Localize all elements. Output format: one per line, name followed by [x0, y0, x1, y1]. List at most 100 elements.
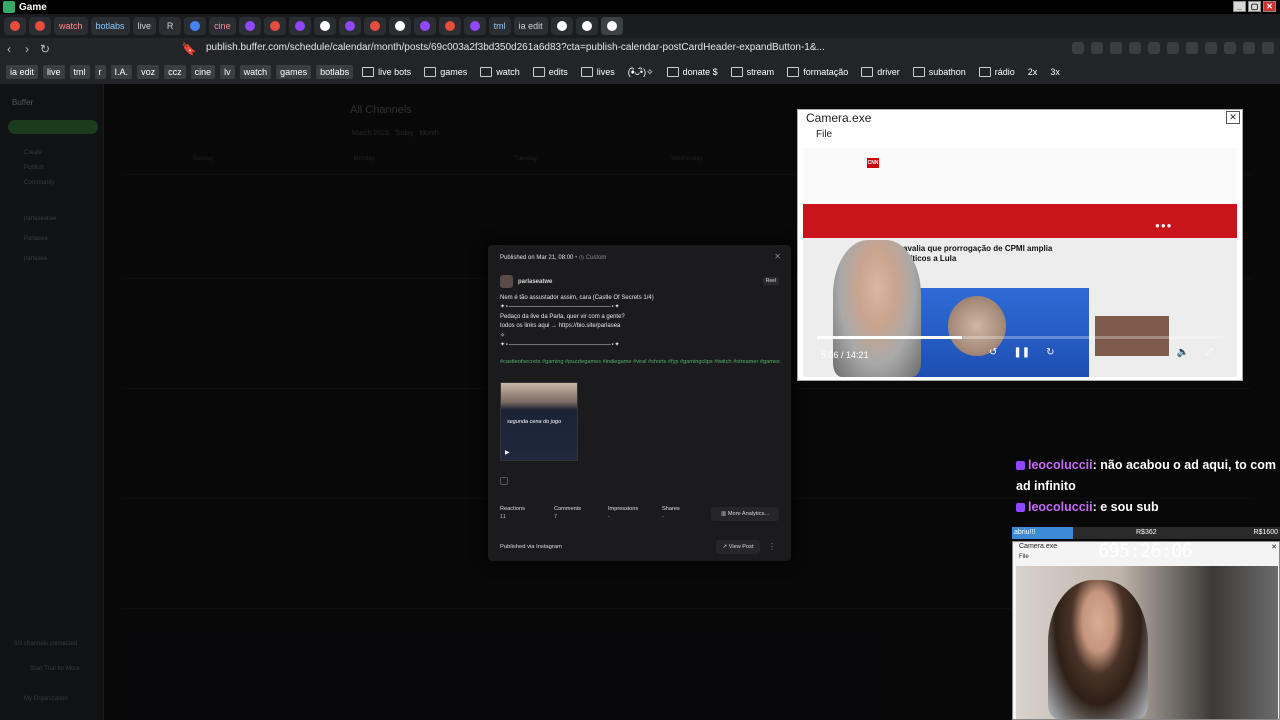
browser-tab[interactable]	[363, 17, 386, 35]
goal-current: R$362	[1136, 529, 1157, 536]
browser-tab[interactable]: ia edit	[513, 17, 548, 35]
share-icon[interactable]	[1091, 42, 1103, 54]
url-input[interactable]: publish.buffer.com/schedule/calendar/mon…	[206, 42, 825, 53]
more-options-icon[interactable]: ⋮	[768, 542, 776, 551]
post-media-thumbnail[interactable]: segunda cena do jogo ▶	[500, 382, 578, 461]
browser-tab[interactable]: watch	[54, 17, 88, 35]
bookmark-item[interactable]: r	[94, 65, 106, 79]
close-button[interactable]: ✕	[1263, 1, 1276, 12]
browser-tab[interactable]	[550, 17, 573, 35]
bookmark-icon[interactable]: 🔖	[180, 42, 198, 56]
bookmark-item[interactable]: watch	[239, 65, 272, 79]
bookmark-folder[interactable]: lives	[577, 65, 619, 79]
minimize-button[interactable]: _	[1233, 1, 1246, 12]
sidebar-item-community[interactable]: Community	[24, 180, 54, 186]
sidebar-item-publish[interactable]: Publish	[24, 165, 44, 171]
org-name[interactable]: My Organization	[24, 696, 68, 702]
browser-tab[interactable]	[463, 17, 486, 35]
more-analytics-button[interactable]: ▥ More Analytics...	[711, 507, 779, 521]
bookmark-folder[interactable]: live bots	[358, 65, 415, 79]
bookmark-item[interactable]: cine	[190, 65, 216, 79]
zoom-icon[interactable]	[1072, 42, 1084, 54]
extension-icon[interactable]	[1148, 42, 1160, 54]
start-trial-link[interactable]: Start Trial for More	[30, 666, 80, 672]
extension-icon[interactable]	[1205, 42, 1217, 54]
restore-button[interactable]: ▢	[1248, 1, 1261, 12]
extension-icon[interactable]	[1167, 42, 1179, 54]
view-post-button[interactable]: ↗ View Post	[716, 540, 760, 554]
browser-tab[interactable]	[288, 17, 311, 35]
browser-tab[interactable]: botlabs	[90, 17, 130, 35]
bookmark-item[interactable]: botlabs	[316, 65, 354, 79]
video-progress-bar[interactable]	[817, 336, 1223, 339]
bookmark-folder[interactable]: stream	[727, 65, 779, 79]
extension-icon[interactable]	[1129, 42, 1141, 54]
browser-tab[interactable]: R	[159, 17, 182, 35]
sidebar-channel[interactable]: parlasea	[24, 256, 47, 262]
browser-tab[interactable]	[413, 17, 436, 35]
browser-tab[interactable]	[438, 17, 461, 35]
sidebar-icon[interactable]	[1224, 42, 1236, 54]
bookmark-folder[interactable]: rádio	[975, 65, 1019, 79]
browser-tab[interactable]	[29, 17, 51, 35]
extension-icon[interactable]	[1110, 42, 1122, 54]
bookmark-folder[interactable]: formatação	[783, 65, 852, 79]
new-post-button[interactable]	[8, 120, 98, 134]
browser-tab[interactable]	[575, 17, 598, 35]
bookmark-folder[interactable]: donate $	[663, 65, 722, 79]
browser-tab[interactable]: cine	[209, 17, 236, 35]
tag-icon[interactable]	[500, 477, 508, 485]
tab-label: cine	[214, 21, 231, 31]
browser-tab[interactable]	[388, 17, 411, 35]
extension-icon[interactable]	[1186, 42, 1198, 54]
pause-icon[interactable]: ❚❚	[1013, 347, 1030, 358]
bookmark-item[interactable]: I.A.	[110, 65, 133, 79]
bookmark-folder[interactable]: games	[420, 65, 471, 79]
video-time: 5:06 / 14:21	[821, 350, 869, 360]
fullscreen-icon[interactable]: ⤢	[1205, 347, 1213, 358]
tab-favicon-icon	[10, 21, 20, 31]
bookmark-folder[interactable]: watch	[476, 65, 524, 79]
sidebar-channel[interactable]: Parlasea	[24, 236, 48, 242]
profile-icon[interactable]	[1243, 42, 1255, 54]
sidebar-item-create[interactable]: Create	[24, 150, 42, 156]
browser-tab[interactable]	[338, 17, 361, 35]
back-icon[interactable]: ‹	[0, 42, 18, 56]
duration: 14:21	[846, 350, 869, 360]
tab-favicon-icon	[469, 21, 480, 31]
menu-icon[interactable]	[1262, 42, 1274, 54]
browser-tab[interactable]	[313, 17, 336, 35]
post-account: parlaseatwe	[500, 275, 552, 288]
bookmark-item[interactable]: (•ิᴗ•ิ)✧	[624, 65, 658, 79]
bookmark-item[interactable]: tml	[69, 65, 90, 79]
bookmark-folder[interactable]: edits	[529, 65, 572, 79]
bookmark-item[interactable]: 2x	[1024, 65, 1042, 79]
sidebar-channel[interactable]: parlaseatwe	[24, 216, 56, 222]
bookmark-item[interactable]: ccz	[164, 65, 186, 79]
bookmark-item[interactable]: games	[276, 65, 312, 79]
close-icon[interactable]: ✕	[1226, 111, 1240, 124]
reload-icon[interactable]: ↻	[36, 42, 54, 56]
volume-icon[interactable]: 🔈	[1177, 347, 1189, 358]
browser-tab[interactable]	[184, 17, 207, 35]
forward-icon[interactable]: ›	[18, 42, 36, 56]
bookmark-folder[interactable]: driver	[857, 65, 904, 79]
browser-tab[interactable]: live	[132, 17, 157, 35]
bookmark-item[interactable]: lv	[220, 65, 235, 79]
bookmark-item[interactable]: 3x	[1046, 65, 1064, 79]
file-menu[interactable]: File	[1019, 554, 1029, 560]
browser-tab[interactable]	[263, 17, 286, 35]
browser-tab[interactable]: tml	[488, 17, 511, 35]
bookmark-item[interactable]: ia edit	[6, 65, 39, 79]
browser-tab[interactable]	[238, 17, 261, 35]
close-icon[interactable]: ✕	[774, 252, 781, 261]
bookmark-item[interactable]: voz	[137, 65, 160, 79]
bookmark-folder[interactable]: subathon	[909, 65, 970, 79]
close-icon[interactable]: ✕	[1271, 543, 1277, 551]
bookmark-item[interactable]: live	[43, 65, 65, 79]
forward-icon[interactable]: ↻	[1046, 347, 1054, 358]
rewind-icon[interactable]: ↺	[989, 347, 997, 358]
file-menu[interactable]: File	[816, 129, 832, 140]
browser-tab[interactable]	[600, 17, 623, 35]
browser-tab[interactable]	[4, 17, 26, 35]
